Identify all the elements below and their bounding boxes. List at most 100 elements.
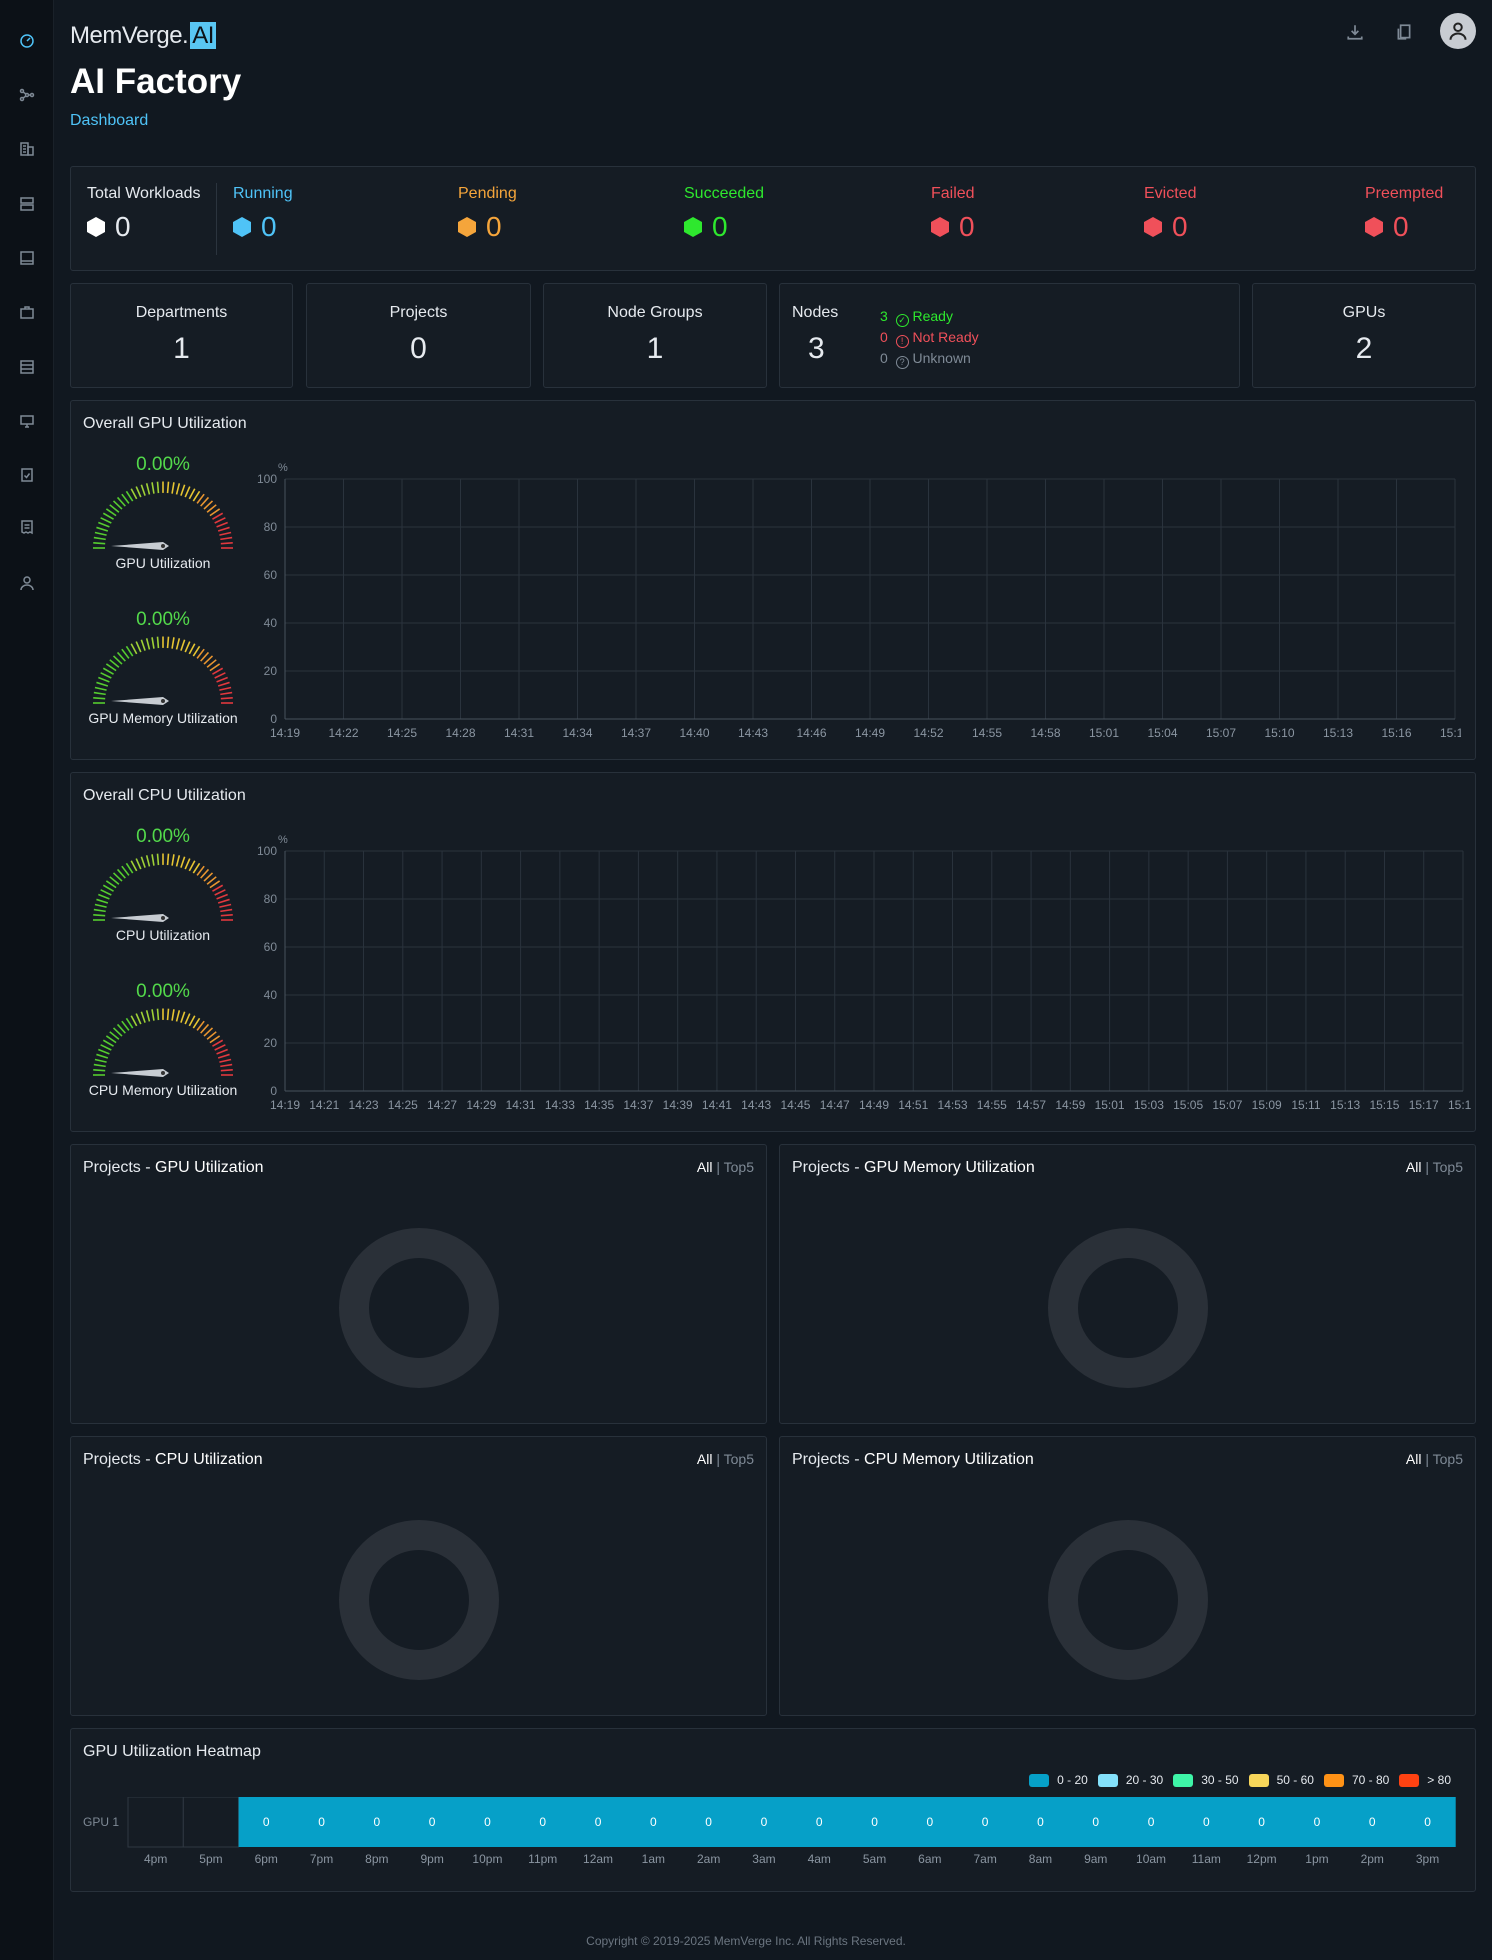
list-icon[interactable] xyxy=(17,357,37,377)
x-tick-label: 15:09 xyxy=(1252,1098,1282,1111)
all-top5-toggle[interactable]: All | Top5 xyxy=(697,1451,754,1467)
gauge-tick xyxy=(196,648,205,659)
gauge-tick xyxy=(206,504,217,513)
nodes-card[interactable]: Nodes 3 3 ✓ Ready 0 ! Not Ready 0 ? Unkn… xyxy=(779,283,1240,388)
status-value: 0 xyxy=(261,211,277,242)
status-preempted[interactable]: Preempted 0 xyxy=(1365,185,1443,243)
gauge-tick xyxy=(171,482,175,494)
gauge-tick xyxy=(220,1068,233,1072)
heatmap-cell-value: 0 xyxy=(1092,1815,1099,1829)
server-icon[interactable] xyxy=(17,194,37,214)
x-tick-label: 14:58 xyxy=(1030,726,1060,739)
toggle-all[interactable]: All xyxy=(1406,1451,1422,1467)
building-icon[interactable] xyxy=(17,139,37,159)
gauge-tick xyxy=(93,696,106,700)
heatmap-cell-value: 0 xyxy=(1314,1815,1321,1829)
toggle-all[interactable]: All xyxy=(697,1451,713,1467)
gauge-tick xyxy=(200,868,210,879)
total-workloads[interactable]: Total Workloads 0 xyxy=(87,185,201,243)
legend-item[interactable]: 70 - 80 xyxy=(1323,1773,1390,1787)
monitor-panel-icon[interactable] xyxy=(17,248,37,268)
status-succeeded[interactable]: Succeeded 0 xyxy=(684,185,764,243)
gauge-label: GPU Utilization xyxy=(115,555,211,571)
network-icon[interactable] xyxy=(17,85,37,105)
toggle-top5[interactable]: Top5 xyxy=(724,1159,754,1175)
toggle-top5[interactable]: Top5 xyxy=(1433,1451,1463,1467)
legend-item[interactable]: 20 - 30 xyxy=(1097,1773,1163,1787)
legend-label: 70 - 80 xyxy=(1351,1773,1390,1787)
gauge-tick xyxy=(219,903,232,908)
all-top5-toggle[interactable]: All | Top5 xyxy=(1406,1159,1463,1175)
gauge-tick xyxy=(116,496,126,507)
legend-item[interactable]: 0 - 20 xyxy=(1029,1773,1088,1787)
y-tick-label: 80 xyxy=(264,520,278,534)
gauge-tick xyxy=(171,637,175,649)
toggle-top5[interactable]: Top5 xyxy=(1433,1159,1463,1175)
gauge-tick xyxy=(188,643,196,655)
gauge-tick xyxy=(184,486,191,498)
gauge-tick xyxy=(105,1035,117,1044)
gauge-tick xyxy=(220,908,233,913)
receipt-icon[interactable] xyxy=(17,517,37,537)
projects-cpu-utilization-panel: Projects - CPU Utilization All | Top5 xyxy=(70,1436,767,1716)
node-groups-value: 1 xyxy=(646,332,664,365)
toggle-top5[interactable]: Top5 xyxy=(724,1451,754,1467)
heatmap-x-label: 1pm xyxy=(1305,1852,1328,1866)
legend-item[interactable]: 50 - 60 xyxy=(1248,1773,1314,1787)
projects-card[interactable]: Projects 0 xyxy=(306,283,531,388)
gpu-utilization-gauge: 0.00% GPU Utilization xyxy=(83,454,243,571)
gauge-tick xyxy=(171,1009,175,1021)
desktop-icon[interactable] xyxy=(17,411,37,431)
download-icon[interactable] xyxy=(1341,18,1369,46)
y-axis-unit: % xyxy=(278,834,288,846)
x-tick-label: 14:47 xyxy=(820,1098,850,1111)
logo-text: MemVerge. xyxy=(70,22,189,49)
departments-card[interactable]: Departments 1 xyxy=(70,283,293,388)
toggle-all[interactable]: All xyxy=(1406,1159,1422,1175)
gauge-tick xyxy=(116,651,126,662)
heatmap-x-label: 7pm xyxy=(310,1852,333,1866)
gauge-tick xyxy=(96,898,109,904)
status-evicted[interactable]: Evicted 0 xyxy=(1144,185,1196,243)
status-running[interactable]: Running 0 xyxy=(233,185,293,243)
copy-icon[interactable] xyxy=(1390,18,1418,46)
status-pending[interactable]: Pending 0 xyxy=(458,185,517,243)
gauge-tick xyxy=(209,1035,221,1044)
breadcrumb[interactable]: Dashboard xyxy=(70,112,148,130)
legend-item[interactable]: 30 - 50 xyxy=(1173,1773,1239,1787)
legend-item[interactable]: > 80 xyxy=(1399,1773,1451,1787)
footer-copyright: Copyright © 2019-2025 MemVerge Inc. All … xyxy=(586,1934,906,1948)
heatmap-x-label: 5pm xyxy=(199,1852,222,1866)
avatar[interactable] xyxy=(1440,13,1476,49)
toggle-all[interactable]: All xyxy=(697,1159,713,1175)
gauge-tick xyxy=(214,889,226,896)
gauge-tick xyxy=(135,858,142,870)
heatmap-x-label: 9am xyxy=(1084,1852,1107,1866)
gauge-tick xyxy=(203,655,214,665)
gauge-tick xyxy=(112,655,123,665)
gauge-tick xyxy=(216,893,228,900)
checklist-icon[interactable] xyxy=(17,465,37,485)
gauge-dial xyxy=(93,1008,233,1077)
heatmap-x-label: 8pm xyxy=(365,1852,388,1866)
gauge-tick xyxy=(98,893,110,900)
logo[interactable]: MemVerge. AI xyxy=(70,22,216,50)
gauge-tick xyxy=(184,858,191,870)
all-top5-toggle[interactable]: All | Top5 xyxy=(1406,1451,1463,1467)
gauge-tick xyxy=(220,536,233,541)
gpu-section-title: Overall GPU Utilization xyxy=(83,415,247,432)
gauge-tick xyxy=(203,1027,214,1037)
node-groups-card[interactable]: Node Groups 1 xyxy=(543,283,767,388)
y-tick-label: 60 xyxy=(264,940,278,954)
gauge-hub xyxy=(161,699,165,703)
gpus-card[interactable]: GPUs 2 xyxy=(1252,283,1476,388)
user-icon[interactable] xyxy=(17,573,37,593)
gauge-tick xyxy=(109,504,120,513)
gauge-tick xyxy=(156,481,160,494)
dashboard-icon[interactable] xyxy=(17,31,37,51)
x-tick-label: 14:59 xyxy=(1055,1098,1085,1111)
briefcase-icon[interactable] xyxy=(17,302,37,322)
x-tick-label: 14:19 xyxy=(270,726,300,739)
status-failed[interactable]: Failed 0 xyxy=(931,185,975,243)
all-top5-toggle[interactable]: All | Top5 xyxy=(697,1159,754,1175)
